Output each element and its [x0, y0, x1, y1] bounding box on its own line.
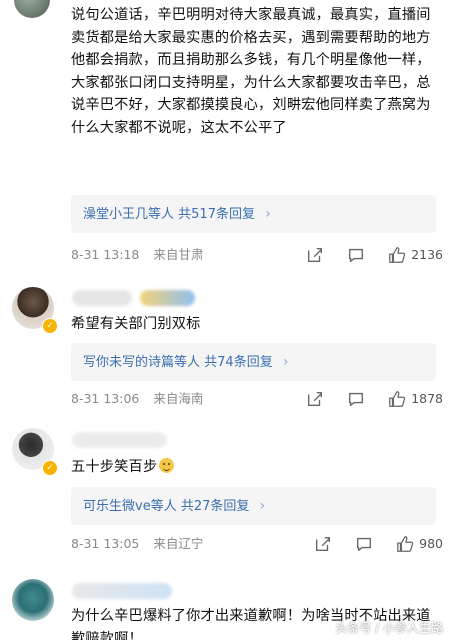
- replies-link[interactable]: 写你未写的诗篇等人 共74条回复 ›: [71, 343, 436, 381]
- reply-count: 共74条回复: [204, 355, 273, 370]
- comment-actions: 2136: [283, 244, 443, 266]
- username-blurred: [72, 432, 167, 448]
- share-icon[interactable]: [314, 535, 332, 553]
- comment-location: 来自甘肃: [153, 247, 204, 262]
- avatar[interactable]: [14, 0, 50, 18]
- share-icon[interactable]: [306, 390, 324, 408]
- comment-text: 希望有关部门别双标: [71, 316, 201, 332]
- thumbs-up-icon[interactable]: [388, 246, 406, 264]
- comment-icon[interactable]: [347, 246, 365, 264]
- reply-users: 澡堂小王几等人: [83, 207, 175, 222]
- comment-meta: 8-31 13:05 来自辽宁 980: [71, 533, 443, 555]
- comment-meta: 8-31 13:06 来自海南 1878: [71, 388, 443, 410]
- reply-count: 共517条回复: [178, 207, 255, 222]
- comment-date: 8-31 13:18: [71, 247, 140, 262]
- replies-link[interactable]: 可乐生微ve等人 共27条回复 ›: [71, 487, 436, 525]
- avatar[interactable]: [12, 579, 54, 621]
- comment-location: 来自辽宁: [153, 536, 204, 551]
- chevron-right-icon: ›: [259, 498, 266, 514]
- verified-badge-icon: ✓: [42, 460, 58, 476]
- reply-users: 可乐生微ve等人: [83, 499, 177, 514]
- like-count: 1878: [411, 391, 443, 406]
- chevron-right-icon: ›: [265, 206, 271, 222]
- smirk-emoji-icon: [159, 458, 175, 473]
- thumbs-up-icon[interactable]: [396, 535, 414, 553]
- username-blurred: [72, 290, 132, 306]
- comment-actions: 980: [291, 533, 443, 555]
- comment-text: 五十步笑百步: [71, 456, 431, 479]
- comment-actions: 1878: [283, 388, 443, 410]
- comment-icon[interactable]: [347, 390, 365, 408]
- thumbs-up-icon[interactable]: [388, 390, 406, 408]
- share-icon[interactable]: [306, 246, 324, 264]
- username-blurred: [72, 583, 172, 599]
- comment-feed: 说句公道话，辛巴明明对待大家最真诚，最真实，直播间卖货都是给大家最实惠的价格去买…: [0, 0, 449, 640]
- comment-meta: 8-31 13:18 来自甘肃 2136: [71, 244, 443, 266]
- like-count: 2136: [411, 247, 443, 262]
- comment-date: 8-31 13:05: [71, 536, 140, 551]
- chevron-right-icon: ›: [282, 354, 289, 370]
- comment-text: 说句公道话，辛巴明明对待大家最真诚，最真实，直播间卖货都是给大家最实惠的价格去买…: [71, 7, 431, 136]
- verified-badge-icon: ✓: [42, 318, 58, 334]
- reply-users: 写你未写的诗篇等人: [83, 355, 201, 370]
- comment-icon[interactable]: [355, 535, 373, 553]
- comment-location: 来自海南: [153, 391, 204, 406]
- comment-text-content: 五十步笑百步: [71, 459, 158, 475]
- replies-link[interactable]: 澡堂小王几等人 共517条回复 ›: [71, 195, 436, 233]
- like-count: 980: [419, 536, 443, 551]
- reply-count: 共27条回复: [180, 499, 250, 514]
- watermark: 头条号 / 小参人生路: [335, 621, 443, 635]
- user-badges-blurred: [140, 290, 195, 306]
- comment-date: 8-31 13:06: [71, 391, 140, 406]
